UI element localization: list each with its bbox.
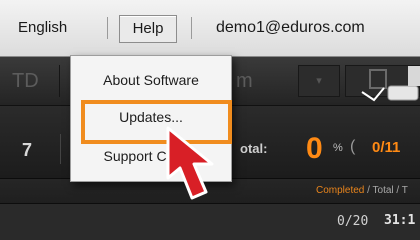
toolbar-dropdown[interactable]: ▾: [298, 65, 340, 97]
progress-ratio: 0/11: [372, 139, 401, 156]
menu-separator: [191, 17, 192, 39]
chevron-down-icon: ▾: [316, 75, 322, 87]
header-total: / Total / T: [364, 185, 408, 196]
total-label: otal:: [240, 141, 268, 156]
paren: (: [350, 138, 356, 155]
table-header-label: Completed / Total / T: [316, 185, 408, 196]
percent-unit: %: [333, 142, 343, 154]
hand-pointer-icon: [166, 126, 214, 200]
mouse-icon: [361, 66, 420, 102]
row-time: 31:1: [384, 213, 416, 228]
toolbar-tab-left[interactable]: TD: [8, 65, 60, 97]
header-completed: Completed: [316, 185, 365, 196]
user-account-menu[interactable]: demo1@eduros.com: [216, 15, 365, 41]
menu-item-about-software[interactable]: About Software: [71, 72, 231, 88]
toolbar-tab-mid[interactable]: m: [236, 65, 292, 97]
stat-number: 7: [22, 140, 33, 160]
row-count: 0/20: [337, 214, 369, 229]
menu-english[interactable]: English: [18, 15, 67, 41]
menu-help[interactable]: Help: [119, 15, 177, 43]
menu-bar: English Help demo1@eduros.com: [0, 0, 420, 57]
progress-percent: 0: [306, 132, 323, 165]
stat-divider: [60, 134, 61, 164]
menu-separator: [107, 17, 108, 39]
